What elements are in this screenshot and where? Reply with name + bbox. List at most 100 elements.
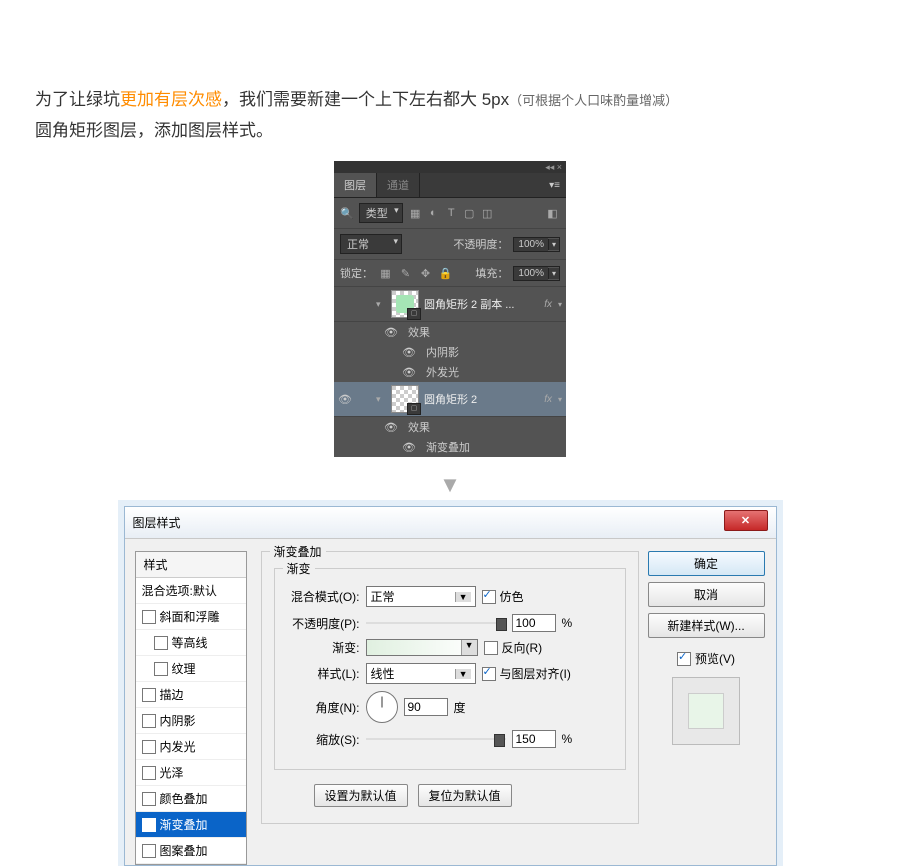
filter-kind-icon[interactable]: 🔍: [340, 207, 354, 220]
checkbox[interactable]: [142, 766, 156, 780]
visibility-icon[interactable]: 👁: [402, 366, 416, 379]
lock-transparency-icon[interactable]: ▦: [378, 266, 393, 281]
checkbox[interactable]: [142, 740, 156, 754]
checkbox[interactable]: [154, 662, 168, 676]
visibility-icon[interactable]: 👁: [402, 346, 416, 359]
opacity-input[interactable]: 100: [512, 614, 556, 632]
lock-position-icon[interactable]: ✥: [418, 266, 433, 281]
dialog-titlebar[interactable]: 图层样式 ✕: [125, 507, 776, 539]
tab-channels[interactable]: 通道: [377, 173, 420, 197]
scale-slider[interactable]: [366, 732, 506, 746]
preview-checkbox[interactable]: 预览(V): [677, 650, 735, 667]
effect-row[interactable]: 👁内阴影: [334, 342, 566, 362]
styles-header[interactable]: 样式: [136, 552, 246, 578]
style-item-inner-shadow[interactable]: 内阴影: [136, 708, 246, 734]
blend-mode-select[interactable]: 正常: [340, 234, 402, 254]
gradient-picker[interactable]: ▼: [366, 639, 478, 656]
filter-type-icon[interactable]: T: [444, 206, 459, 221]
checkbox[interactable]: [142, 844, 156, 858]
scale-input[interactable]: 150: [512, 730, 556, 748]
instruction-text: 为了让绿坑更加有层次感，我们需要新建一个上下左右都大 5px（可根据个人口味酌量…: [0, 0, 900, 156]
lock-label: 锁定：: [340, 265, 373, 281]
filter-smart-icon[interactable]: ◫: [480, 206, 495, 221]
pct-label: %: [562, 616, 573, 630]
style-item-inner-glow[interactable]: 内发光: [136, 734, 246, 760]
align-layer-checkbox[interactable]: 与图层对齐(I): [482, 665, 571, 682]
style-item-gradient-overlay[interactable]: 渐变叠加: [136, 812, 246, 838]
angle-label: 角度(N):: [285, 699, 360, 716]
lock-all-icon[interactable]: 🔒: [438, 266, 453, 281]
close-button[interactable]: ✕: [724, 510, 768, 531]
subsection-legend: 渐变: [283, 560, 315, 577]
visibility-icon[interactable]: 👁: [402, 441, 416, 454]
effect-row[interactable]: 👁效果: [334, 417, 566, 437]
opacity-input[interactable]: 100%▾: [513, 237, 560, 252]
set-default-button[interactable]: 设置为默认值: [314, 784, 408, 807]
layer-row-selected[interactable]: 👁 ▾ ▢ 圆角矩形 2 fx▾: [334, 382, 566, 417]
lock-paint-icon[interactable]: ✎: [398, 266, 413, 281]
cancel-button[interactable]: 取消: [648, 582, 765, 607]
ok-button[interactable]: 确定: [648, 551, 765, 576]
opacity-slider[interactable]: [366, 616, 506, 630]
checkbox[interactable]: [142, 688, 156, 702]
reset-default-button[interactable]: 复位为默认值: [418, 784, 512, 807]
style-item-blend-options[interactable]: 混合选项:默认: [136, 578, 246, 604]
style-item-contour[interactable]: 等高线: [136, 630, 246, 656]
angle-dial[interactable]: [366, 691, 398, 723]
fill-label: 填充：: [475, 265, 508, 281]
style-item-pattern-overlay[interactable]: 图案叠加: [136, 838, 246, 864]
layer-name: 圆角矩形 2: [424, 391, 539, 407]
effect-row[interactable]: 👁效果: [334, 322, 566, 342]
tab-layers[interactable]: 图层: [334, 173, 377, 197]
filter-adjust-icon[interactable]: ◐: [426, 206, 441, 221]
style-item-satin[interactable]: 光泽: [136, 760, 246, 786]
collapse-icon[interactable]: ◂◂ ×: [545, 162, 562, 173]
effect-row[interactable]: 👁渐变叠加: [334, 437, 566, 457]
filter-shape-icon[interactable]: ▢: [462, 206, 477, 221]
angle-input[interactable]: 90: [404, 698, 448, 716]
style-item-stroke[interactable]: 描边: [136, 682, 246, 708]
blend-mode-select[interactable]: 正常▼: [366, 586, 476, 607]
expand-icon[interactable]: ▾: [376, 299, 386, 310]
checkbox[interactable]: [142, 610, 156, 624]
dialog-title: 图层样式: [133, 514, 181, 531]
opacity-label: 不透明度：: [453, 236, 508, 252]
gradient-overlay-section: 渐变叠加 渐变 混合模式(O): 正常▼ 仿色 不透明度(P): 100 %: [261, 551, 639, 824]
arrow-down-icon: ▼: [0, 472, 900, 498]
layers-panel: ◂◂ × 图层 通道 ▾≡ 🔍 类型 ▦ ◐ T ▢ ◫ ◧ 正常 不透明度： …: [334, 161, 566, 457]
opacity-label: 不透明度(P):: [285, 615, 360, 632]
style-item-color-overlay[interactable]: 颜色叠加: [136, 786, 246, 812]
visibility-icon[interactable]: 👁: [384, 326, 398, 339]
filter-type-select[interactable]: 类型: [359, 203, 403, 223]
section-legend: 渐变叠加: [270, 543, 326, 560]
checkbox[interactable]: [142, 714, 156, 728]
layer-row[interactable]: ▾ ▢ 圆角矩形 2 副本 ... fx▾: [334, 287, 566, 322]
fx-badge[interactable]: fx: [544, 299, 552, 310]
dither-checkbox[interactable]: 仿色: [482, 588, 524, 605]
style-select[interactable]: 线性▼: [366, 663, 476, 684]
effect-row[interactable]: 👁外发光: [334, 362, 566, 382]
layer-thumb[interactable]: ▢: [391, 290, 419, 318]
blend-mode-label: 混合模式(O):: [285, 588, 360, 605]
visibility-icon[interactable]: 👁: [338, 393, 352, 406]
preview-swatch: [672, 677, 740, 745]
layer-thumb[interactable]: ▢: [391, 385, 419, 413]
style-item-bevel[interactable]: 斜面和浮雕: [136, 604, 246, 630]
style-label: 样式(L):: [285, 665, 360, 682]
fill-input[interactable]: 100%▾: [513, 266, 560, 281]
filter-toggle-icon[interactable]: ◧: [545, 206, 560, 221]
layer-style-dialog: 图层样式 ✕ 样式 混合选项:默认 斜面和浮雕 等高线 纹理 描边 内阴影 内发…: [124, 506, 777, 866]
pct-label: %: [562, 732, 573, 746]
expand-icon[interactable]: ▾: [376, 394, 386, 405]
visibility-icon[interactable]: 👁: [384, 421, 398, 434]
filter-pixel-icon[interactable]: ▦: [408, 206, 423, 221]
reverse-checkbox[interactable]: 反向(R): [484, 639, 543, 656]
checkbox-checked[interactable]: [142, 818, 156, 832]
checkbox[interactable]: [154, 636, 168, 650]
new-style-button[interactable]: 新建样式(W)...: [648, 613, 765, 638]
style-item-texture[interactable]: 纹理: [136, 656, 246, 682]
checkbox[interactable]: [142, 792, 156, 806]
gradient-label: 渐变:: [285, 639, 360, 656]
fx-badge[interactable]: fx: [544, 394, 552, 405]
panel-menu-icon[interactable]: ▾≡: [543, 178, 566, 193]
